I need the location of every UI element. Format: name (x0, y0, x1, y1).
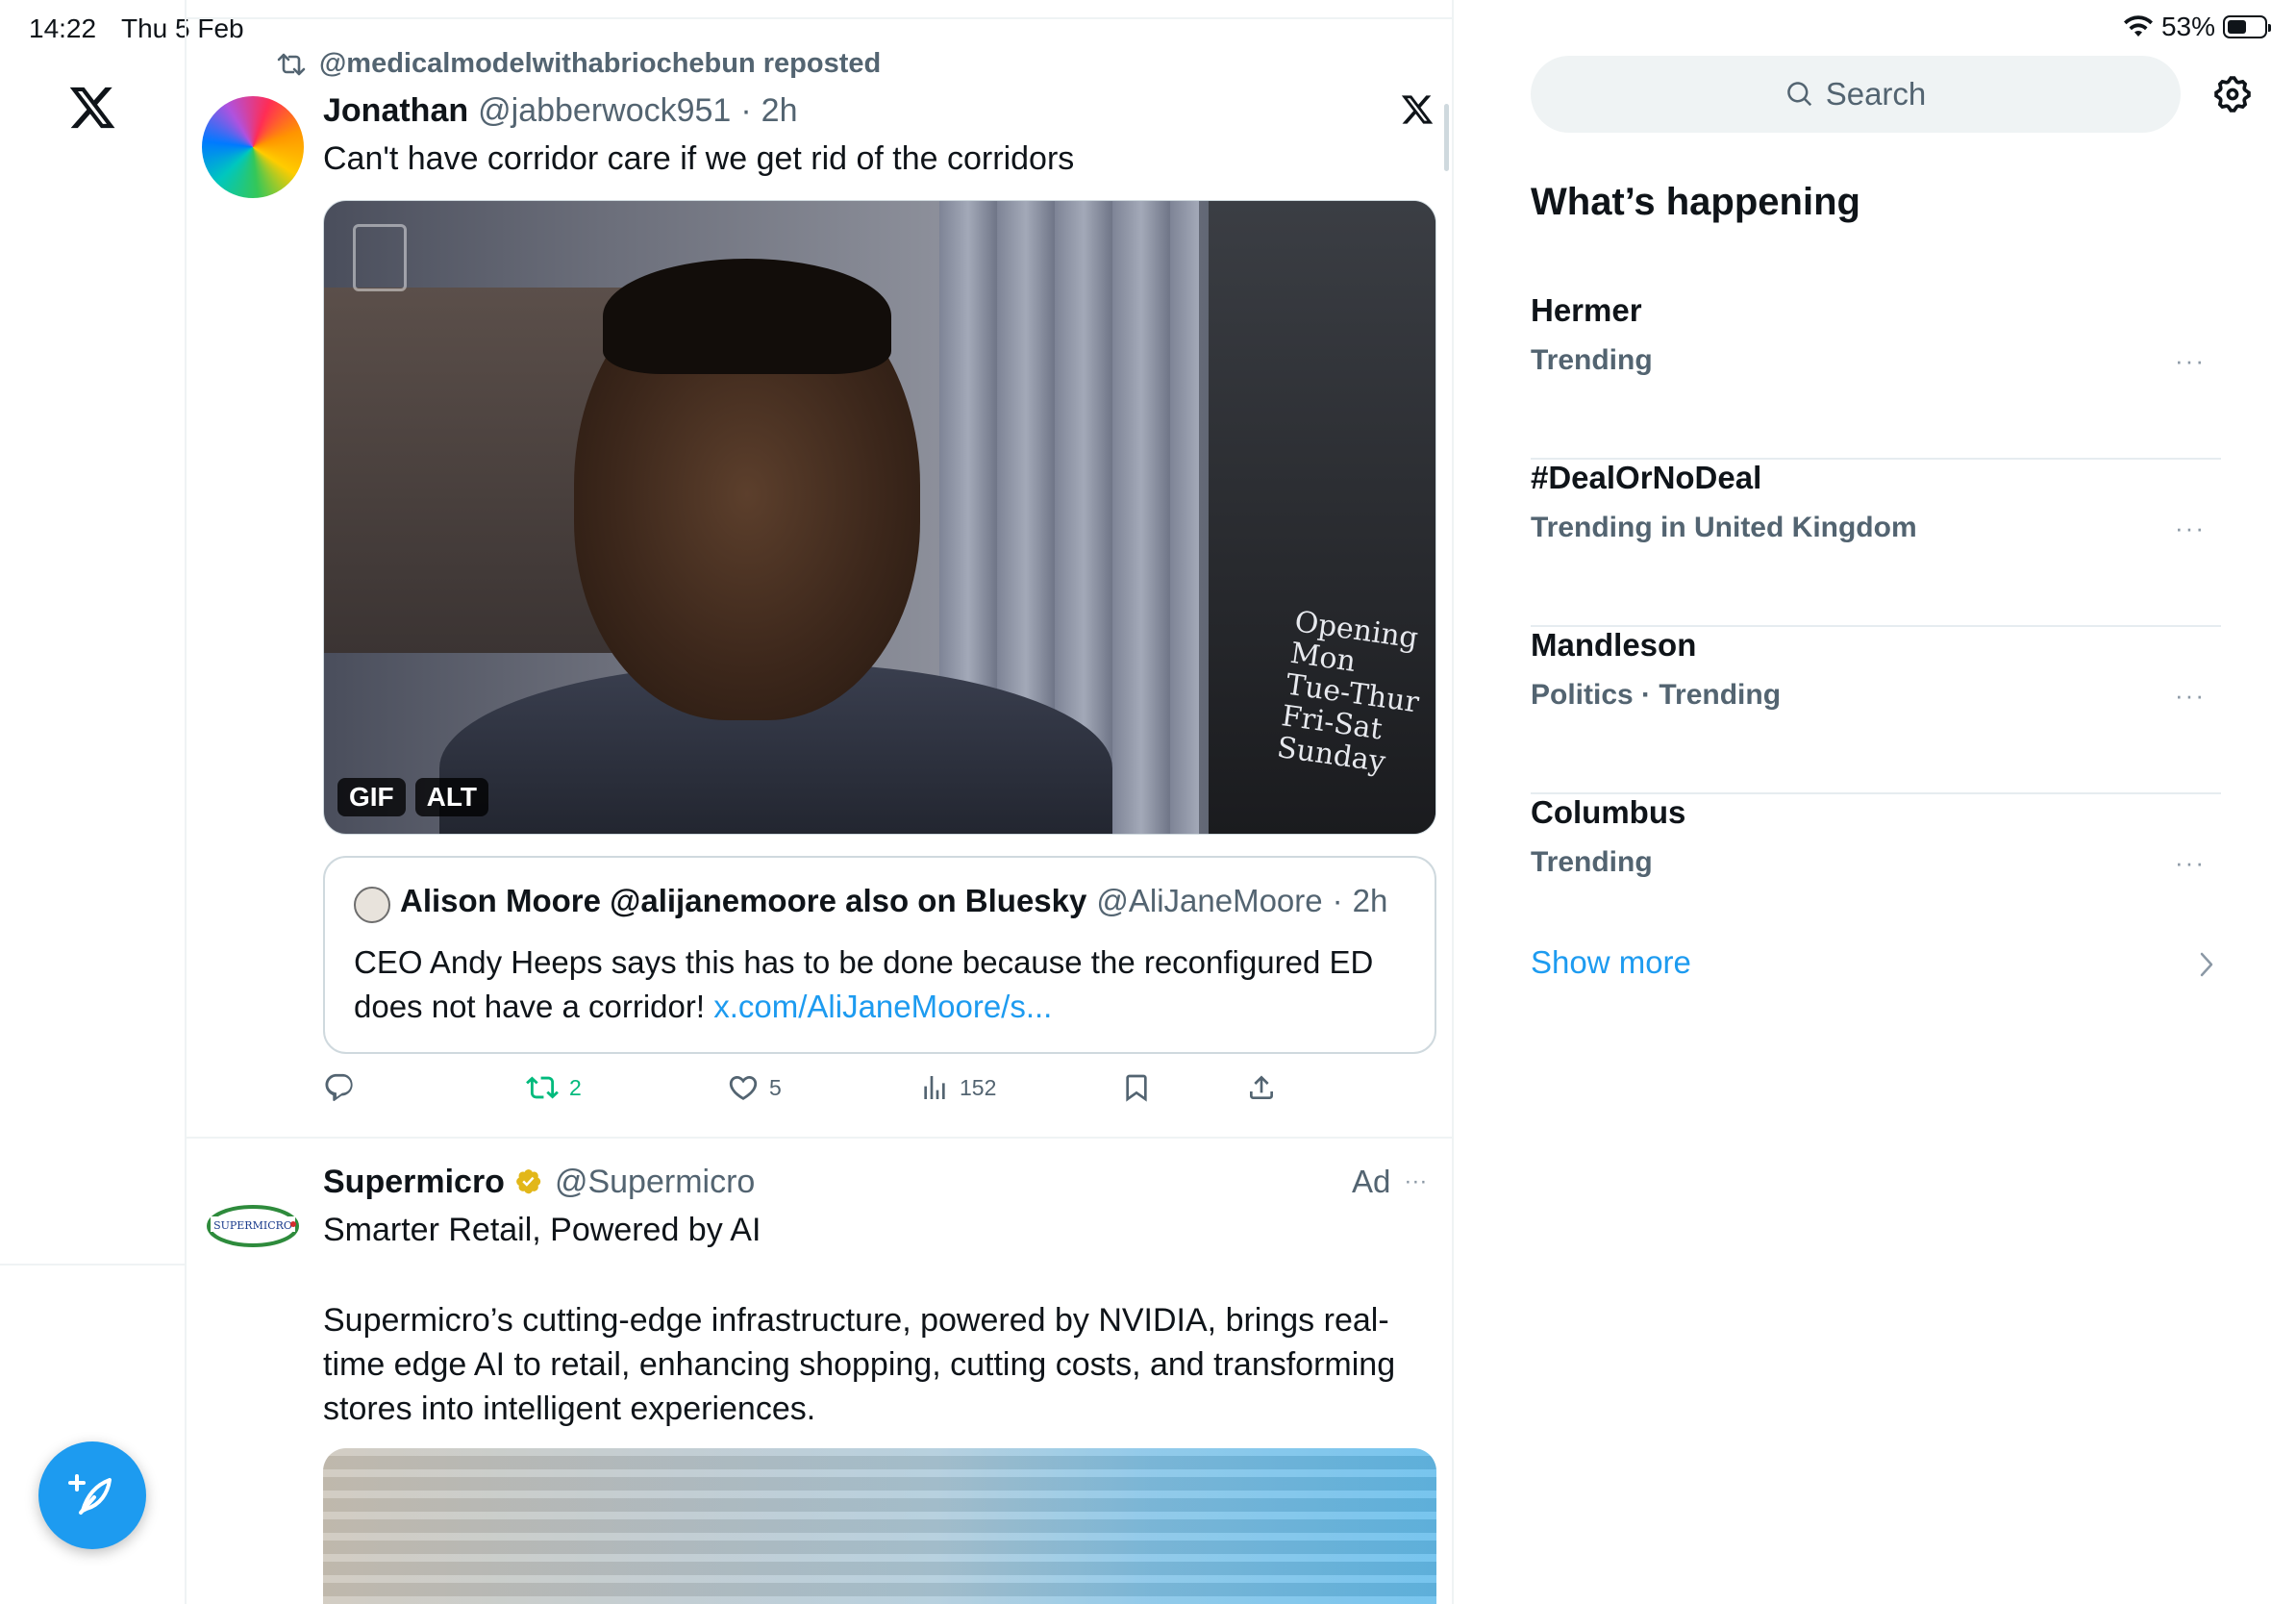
tweet-header: Jonathan @jabberwock951 · 2h (323, 92, 798, 130)
heart-icon (729, 1075, 758, 1100)
trend-name: Hermer (1531, 292, 1642, 328)
svg-text:SUPERMICRO: SUPERMICRO (213, 1219, 292, 1232)
ad-headline: Smarter Retail, Powered by AI (323, 1212, 761, 1248)
advertiser-avatar[interactable]: SUPERMICRO (202, 1173, 304, 1275)
trend-name: #DealOrNoDeal (1531, 460, 1762, 495)
ad-label: Ad (1352, 1164, 1391, 1199)
quoted-header: Alison Moore @alijanemoore also on Blues… (400, 883, 1387, 919)
bookmark-icon (1126, 1074, 1147, 1102)
repost-icon (277, 53, 306, 75)
chevron-right-icon[interactable] (2198, 950, 2215, 979)
avatar[interactable] (202, 96, 304, 198)
rail-divider (0, 1264, 185, 1266)
repost-label: @medicalmodelwithabriochebun reposted (319, 48, 882, 79)
advertiser-handle[interactable]: @Supermicro (555, 1164, 755, 1201)
author-name[interactable]: Jonathan (323, 92, 468, 130)
timeline[interactable]: @medicalmodelwithabriochebun reposted Jo… (187, 0, 1454, 1604)
separator-dot: · (740, 92, 752, 129)
x-logo-icon[interactable] (67, 83, 117, 133)
trend-meta: Trending (1531, 846, 1653, 878)
tweet-actions: 2 5 152 (323, 1071, 1436, 1114)
share-icon (1250, 1075, 1273, 1099)
alt-badge[interactable]: ALT (414, 778, 489, 816)
more-options-icon[interactable]: ··· (2175, 681, 2206, 711)
trend-name: Mandleson (1531, 627, 1697, 663)
wifi-icon (2123, 15, 2153, 37)
quoted-tweet[interactable]: Alison Moore @alijanemoore also on Blues… (323, 856, 1436, 1054)
trend-name: Columbus (1531, 794, 1686, 830)
views-count: 152 (960, 1074, 997, 1100)
channel-watermark (353, 224, 407, 291)
compose-feather-icon (68, 1474, 112, 1515)
like-count: 5 (769, 1074, 782, 1100)
ad-header: Supermicro @Supermicro (323, 1164, 755, 1201)
more-options-icon[interactable]: ··· (2175, 514, 2206, 543)
scrollbar[interactable] (1444, 104, 1449, 171)
tweet-time[interactable]: 2h (761, 92, 798, 130)
like-button[interactable]: 5 (727, 1071, 782, 1104)
gear-icon[interactable] (2211, 73, 2254, 115)
whats-happening-title: What’s happening (1531, 181, 1860, 223)
retweet-icon (526, 1076, 559, 1099)
trend-meta: Trending in United Kingdom (1531, 512, 1917, 543)
trend-item[interactable]: Hermer Trending ··· (1531, 292, 2221, 460)
trend-item[interactable]: Columbus Trending ··· (1531, 794, 2221, 962)
tweet-text: Can't have corridor care if we get rid o… (323, 140, 1075, 177)
ad-body-text: Supermicro’s cutting-edge infrastructure… (323, 1302, 1396, 1427)
trend-item[interactable]: Mandleson Politics · Trending ··· (1531, 627, 2221, 794)
trend-meta: Politics · Trending (1531, 679, 1782, 711)
status-time: 14:22 (29, 13, 97, 43)
battery-percent: 53% (2160, 12, 2215, 41)
trend-item[interactable]: #DealOrNoDeal Trending in United Kingdom… (1531, 460, 2221, 627)
quoted-time: 2h (1352, 883, 1388, 918)
ad-media-image[interactable] (323, 1448, 1436, 1604)
trend-meta: Trending (1531, 344, 1653, 376)
repost-indicator[interactable]: @medicalmodelwithabriochebun reposted (277, 48, 881, 80)
grok-x-icon[interactable] (1400, 92, 1435, 127)
ad-meta: Ad ··· (1352, 1164, 1427, 1200)
quoted-link[interactable]: x.com/AliJaneMoore/s... (713, 989, 1052, 1024)
status-indicators: 53% (2123, 12, 2271, 42)
compose-post-button[interactable] (38, 1441, 146, 1549)
verified-badge-icon (516, 1168, 541, 1193)
views-chart-icon (924, 1076, 945, 1099)
share-button[interactable] (1246, 1071, 1277, 1104)
quoted-author-name: Alison Moore @alijanemoore also on Blues… (400, 883, 1087, 918)
search-placeholder: Search (1825, 76, 1927, 112)
bookmark-button[interactable] (1121, 1071, 1152, 1104)
views-button[interactable]: 152 (919, 1071, 996, 1104)
quoted-author-handle: @AliJaneMoore (1096, 883, 1323, 918)
search-input[interactable]: Search (1531, 56, 2181, 133)
quoted-avatar (354, 887, 390, 923)
reply-button[interactable] (323, 1071, 365, 1104)
show-more-link[interactable]: Show more (1531, 944, 1691, 981)
battery-icon (2223, 15, 2271, 38)
search-icon (1786, 82, 1811, 107)
retweet-count: 2 (569, 1074, 582, 1100)
more-options-icon[interactable]: ··· (1404, 1168, 1427, 1195)
reply-icon (325, 1073, 353, 1101)
author-handle[interactable]: @jabberwock951 (478, 92, 731, 130)
separator-dot: · (1332, 883, 1343, 918)
tweet-gif-media[interactable]: Opening Mon Tue-Thur Fri-Sat Sunday GIF … (323, 200, 1436, 835)
shop-sign-text: Opening Mon Tue-Thur Fri-Sat Sunday (1275, 605, 1421, 780)
supermicro-logo-icon: SUPERMICRO (207, 1205, 299, 1247)
tweet-divider (187, 1137, 1452, 1139)
gif-badge: GIF (337, 778, 406, 816)
more-options-icon[interactable]: ··· (2175, 848, 2206, 878)
media-badges: GIF ALT (337, 778, 489, 816)
retweet-button[interactable]: 2 (525, 1071, 582, 1104)
more-options-icon[interactable]: ··· (2175, 346, 2206, 376)
timeline-top-border (187, 17, 1452, 19)
quoted-text: CEO Andy Heeps says this has to be done … (354, 944, 1374, 1024)
advertiser-name[interactable]: Supermicro (323, 1164, 505, 1201)
